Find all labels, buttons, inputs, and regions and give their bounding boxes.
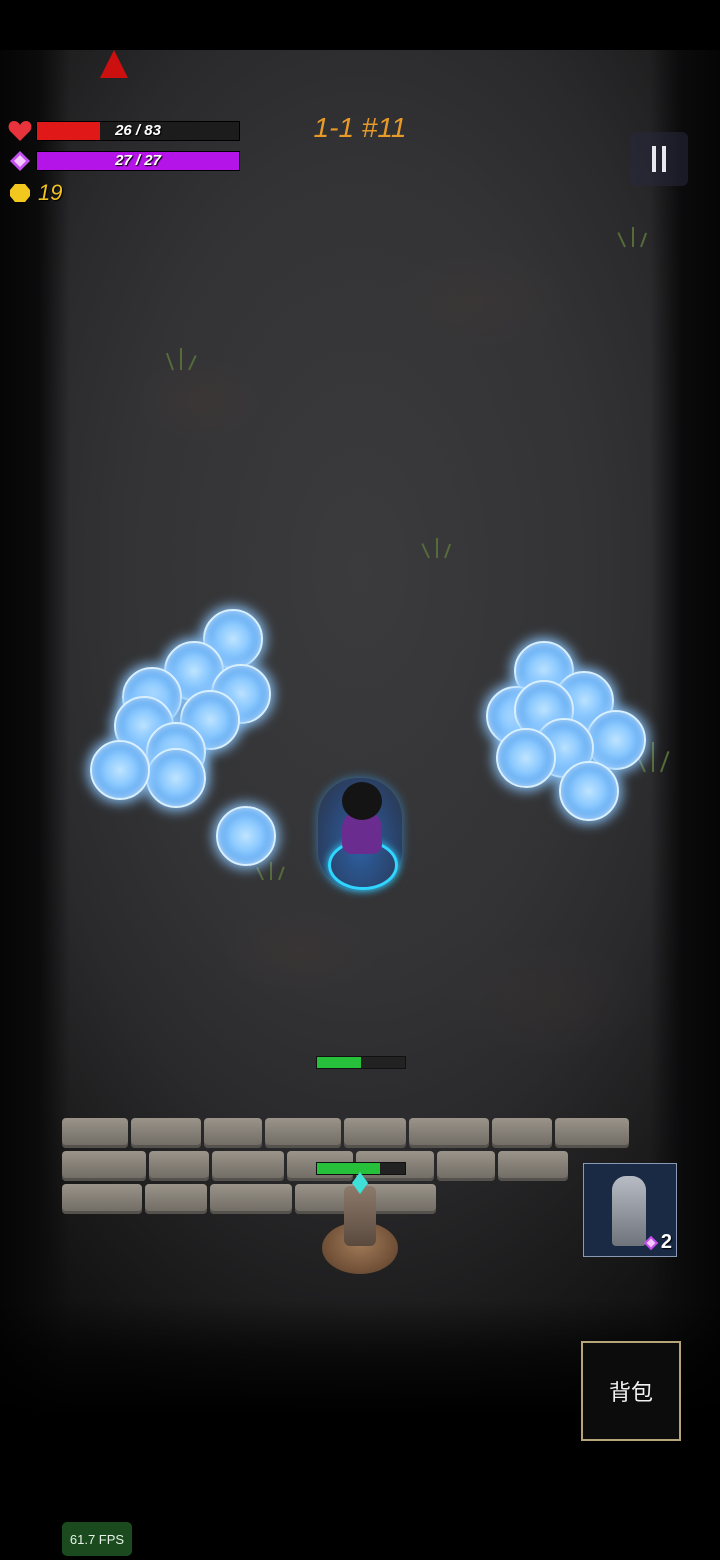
player-character — [318, 770, 404, 890]
plant — [165, 348, 197, 371]
wall-stone — [131, 1118, 201, 1148]
diamond-icon — [8, 149, 32, 173]
wall-stone — [437, 1151, 495, 1181]
energy-orb — [90, 740, 150, 800]
energy-orb — [496, 728, 556, 788]
backpack-button[interactable]: 背包 — [581, 1341, 681, 1441]
wall-stone — [555, 1118, 629, 1148]
wall-stone — [492, 1118, 552, 1148]
gold-row: 19 — [8, 180, 62, 206]
pause-icon — [662, 146, 666, 172]
fps-counter: 61.7 FPS — [62, 1522, 132, 1556]
wall-stone — [344, 1118, 406, 1148]
mana-row: 27 / 27 — [8, 149, 240, 173]
heart-icon — [8, 119, 32, 143]
plant — [421, 536, 452, 559]
health-bar: 26 / 83 — [36, 121, 240, 141]
fps-text: 61.7 FPS — [69, 1531, 125, 1547]
statue-icon — [612, 1176, 646, 1246]
wall-stone — [62, 1184, 142, 1214]
energy-orb — [146, 748, 206, 808]
mana-bar: 27 / 27 — [36, 151, 240, 171]
health-row: 26 / 83 — [8, 119, 240, 143]
game-scene[interactable] — [0, 50, 720, 1560]
health-text: 26 / 83 — [115, 122, 161, 139]
enemy-direction-marker — [100, 50, 128, 78]
mana-text: 27 / 27 — [115, 152, 161, 169]
wall-stone — [145, 1184, 207, 1214]
diamond-icon — [643, 1235, 659, 1250]
statue-count: 2 — [660, 1231, 672, 1253]
energy-orb — [559, 761, 619, 821]
wall-stone — [409, 1118, 489, 1148]
backpack-label: 背包 — [608, 1381, 653, 1406]
pause-button[interactable] — [630, 132, 688, 186]
gold-count: 19 — [38, 180, 63, 205]
stage-label: 1-1 #11 — [313, 112, 407, 143]
wall-stone — [265, 1118, 341, 1148]
turret-column — [344, 1186, 376, 1246]
statue-cost: 2 — [643, 1231, 672, 1254]
statue-skill-card[interactable]: 2 — [583, 1163, 677, 1257]
wall-stone — [62, 1118, 128, 1148]
crystal-turret[interactable] — [318, 1172, 402, 1276]
wall-stone — [210, 1184, 292, 1214]
wall-health-bar — [316, 1056, 406, 1069]
energy-orb — [216, 806, 276, 866]
wall-stone — [149, 1151, 209, 1181]
wall-stone — [212, 1151, 284, 1181]
pause-icon — [652, 146, 656, 172]
coin-icon — [8, 181, 32, 205]
status-bar — [0, 0, 720, 50]
wall-stone — [498, 1151, 568, 1181]
wall-health-fill — [317, 1057, 361, 1068]
wall-stone — [204, 1118, 262, 1148]
plant — [633, 742, 670, 773]
wall-stone — [62, 1151, 146, 1181]
plant — [617, 225, 648, 248]
player-head — [342, 782, 382, 820]
